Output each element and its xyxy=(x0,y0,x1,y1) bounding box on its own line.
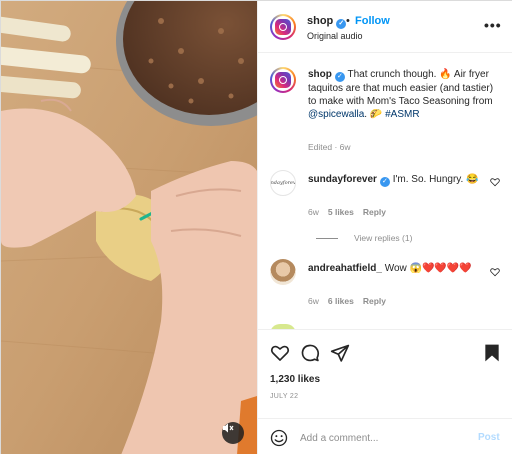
verified-badge-icon: ✓ xyxy=(379,177,390,187)
caption-username[interactable]: shop xyxy=(308,69,332,80)
comment-meta: 6w 6 likes Reply xyxy=(308,296,386,306)
comment-bubble-icon[interactable] xyxy=(300,343,320,363)
video-frame-illustration xyxy=(1,1,257,454)
comment-text: andreahatfield_ Wow 😱❤️❤️❤️❤️ xyxy=(308,262,488,275)
comment-likes[interactable]: 6 likes xyxy=(328,296,354,306)
post-header: shop ✓ • Follow Original audio ••• xyxy=(258,1,512,53)
like-heart-icon[interactable] xyxy=(270,343,290,363)
reply-button[interactable]: Reply xyxy=(363,296,386,306)
like-comment-heart-icon[interactable] xyxy=(490,267,500,277)
instagram-logo-icon xyxy=(275,19,291,35)
divider-line xyxy=(316,238,338,240)
caption-avatar[interactable] xyxy=(270,67,296,93)
post-comment-button[interactable]: Post xyxy=(478,432,500,443)
comment-avatar[interactable]: sundayforever xyxy=(270,170,296,196)
post-sidebar: shop ✓ • Follow Original audio ••• shop ✓ … xyxy=(257,1,512,454)
comment-avatar[interactable] xyxy=(270,259,296,285)
muted-speaker-icon xyxy=(223,423,234,433)
like-comment-heart-icon[interactable] xyxy=(490,177,500,187)
comment-text: sundayforever ✓ I'm. So. Hungry. 😂 xyxy=(308,173,488,187)
view-replies-label: View replies (1) xyxy=(354,233,413,243)
comments-list[interactable]: shop ✓ That crunch though. 🔥 Air fryer ta… xyxy=(258,53,512,329)
comment-age: 6w xyxy=(308,296,319,306)
likes-count[interactable]: 1,230 likes xyxy=(270,374,320,385)
comment-username[interactable]: andreahatfield_ xyxy=(308,263,382,274)
caption-mention-link[interactable]: @spicewalla xyxy=(308,109,364,120)
mute-button[interactable] xyxy=(222,422,244,444)
share-paper-plane-icon[interactable] xyxy=(330,343,350,363)
comment-body: Wow 😱❤️❤️❤️❤️ xyxy=(384,263,472,274)
comment-age: 6w xyxy=(308,207,319,217)
author-username[interactable]: shop ✓ xyxy=(307,15,347,29)
avatar-logo-text: sundayforever xyxy=(270,180,296,186)
comment-likes[interactable]: 5 likes xyxy=(328,207,354,217)
caption-meta: Edited · 6w xyxy=(308,142,351,152)
verified-badge-icon: ✓ xyxy=(336,19,347,29)
audio-label[interactable]: Original audio xyxy=(307,31,363,41)
caption-text: shop ✓ That crunch though. 🔥 Air fryer ta… xyxy=(308,68,498,121)
follow-button[interactable]: Follow xyxy=(355,15,390,27)
post-actions: 1,230 likes JULY 22 Post xyxy=(258,329,512,454)
post-video[interactable] xyxy=(1,1,257,454)
view-replies-button[interactable]: View replies (1) xyxy=(308,233,412,243)
header-separator: • xyxy=(346,15,350,27)
reply-button[interactable]: Reply xyxy=(363,207,386,217)
more-options-icon[interactable]: ••• xyxy=(484,17,502,33)
save-bookmark-icon[interactable] xyxy=(482,343,502,363)
post-date[interactable]: JULY 22 xyxy=(270,393,298,400)
instagram-logo-icon xyxy=(275,72,291,88)
shop-avatar[interactable] xyxy=(270,14,296,40)
caption-body-end: . 🌮 xyxy=(364,109,386,120)
comment-username[interactable]: sundayforever xyxy=(308,174,377,185)
emoji-smile-icon[interactable] xyxy=(270,429,288,447)
comment-meta: 6w 5 likes Reply xyxy=(308,207,386,217)
caption-hashtag-link[interactable]: #ASMR xyxy=(385,109,419,120)
add-comment-row: Post xyxy=(258,418,512,454)
author-username-text: shop xyxy=(307,15,334,27)
verified-badge-icon: ✓ xyxy=(334,72,345,82)
comment-body: I'm. So. Hungry. 😂 xyxy=(392,174,479,185)
post-dialog: shop ✓ • Follow Original audio ••• shop ✓ … xyxy=(0,0,512,454)
add-comment-input[interactable] xyxy=(300,429,470,447)
